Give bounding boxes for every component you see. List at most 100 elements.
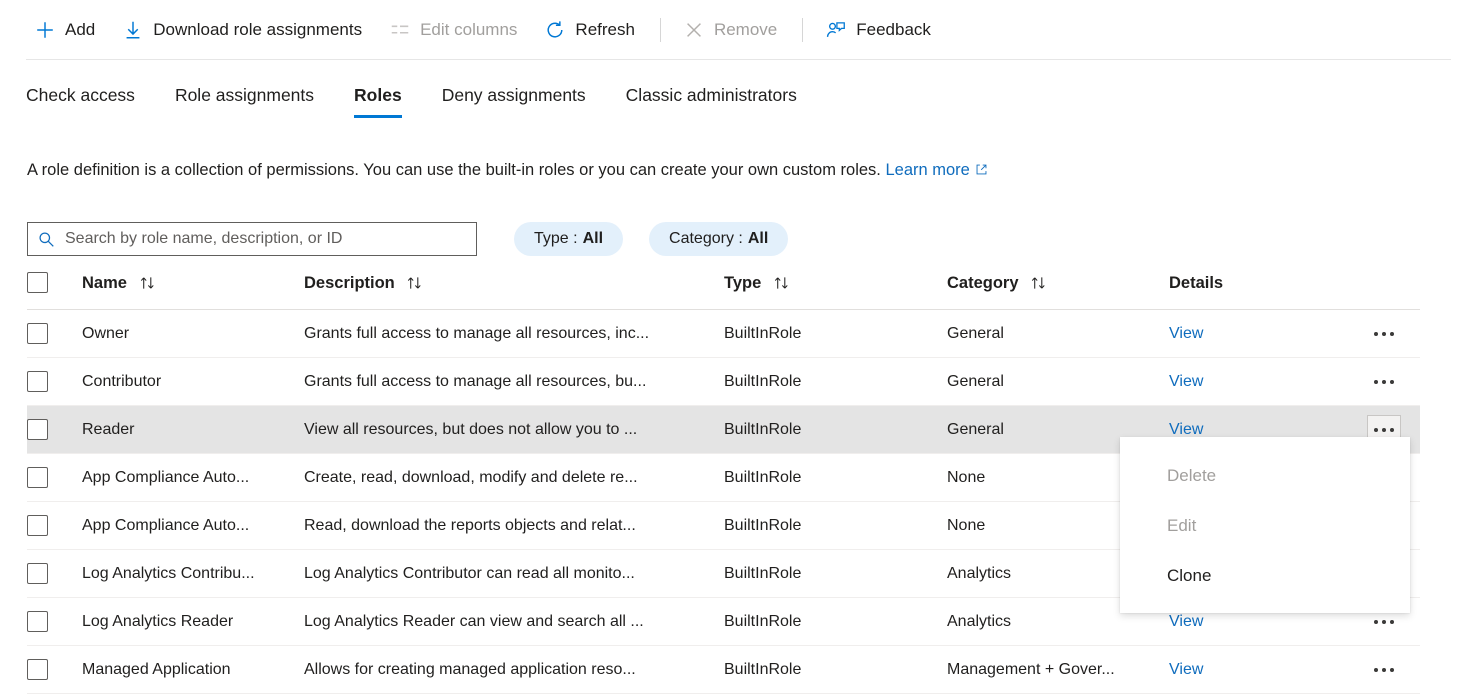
ellipsis-dot [1390,667,1394,672]
cell-description: Grants full access to manage all resourc… [304,309,724,358]
cell-name: Owner [82,309,304,358]
remove-button[interactable]: Remove [675,13,786,47]
filter-pill-type[interactable]: Type : All [514,222,624,256]
row-select-cell [27,357,82,406]
filter-pill-type-value: All [582,230,604,247]
table-row[interactable]: Managed Application Allows for creating m… [27,645,1420,694]
row-checkbox[interactable] [27,467,48,488]
ellipsis-dot [1390,427,1394,432]
feedback-button[interactable]: Feedback [817,13,940,47]
column-header-type[interactable]: Type [724,272,947,310]
tab-bar: Check access Role assignments Roles Deny… [26,85,817,118]
filter-bar: Type : All Category : All [27,222,789,256]
row-checkbox[interactable] [27,371,48,392]
cell-category: Management + Gover... [947,645,1169,694]
search-icon [39,231,54,247]
table-row[interactable]: Owner Grants full access to manage all re… [27,309,1420,358]
ellipsis-dot [1382,427,1386,432]
row-more-actions-button[interactable] [1367,319,1401,349]
column-header-category[interactable]: Category [947,272,1169,310]
cell-type: BuiltInRole [724,597,947,646]
row-more-actions-button[interactable] [1367,655,1401,685]
toolbar-divider-1 [659,18,661,42]
view-details-link[interactable]: View [1169,661,1203,678]
download-icon [126,21,140,39]
plus-icon [37,22,53,38]
row-select-cell [27,597,82,646]
row-more-actions-button[interactable] [1367,367,1401,397]
row-select-cell [27,501,82,550]
row-checkbox[interactable] [27,419,48,440]
ellipsis-dot [1374,427,1378,432]
ellipsis-dot [1382,667,1386,672]
row-checkbox[interactable] [27,659,48,680]
edit-columns-label: Edit columns [420,20,518,39]
cell-category: General [947,309,1169,358]
cell-category: General [947,357,1169,406]
edit-columns-icon [391,25,409,34]
tab-role-assignments[interactable]: Role assignments [155,85,334,118]
row-select-cell [27,645,82,694]
view-details-link[interactable]: View [1169,325,1203,342]
column-header-type-label: Type [724,274,762,292]
row-checkbox[interactable] [27,515,48,536]
row-context-menu: Delete Edit Clone [1120,437,1410,613]
download-role-assignments-label: Download role assignments [153,20,363,39]
cell-description: Grants full access to manage all resourc… [304,357,724,406]
cell-name: App Compliance Auto... [82,501,304,550]
toolbar-divider-2 [802,18,804,42]
ellipsis-dot [1382,331,1386,336]
cell-type: BuiltInRole [724,453,947,502]
row-select-cell [27,309,82,358]
feedback-label: Feedback [856,20,931,39]
select-all-checkbox[interactable] [27,272,48,293]
filter-pill-category-value: All [747,230,769,247]
tab-classic-administrators[interactable]: Classic administrators [606,85,817,118]
ellipsis-dot [1374,619,1378,624]
sort-arrows-icon [774,277,788,289]
view-details-link[interactable]: View [1169,421,1203,438]
add-button[interactable]: Add [26,13,104,47]
view-details-link[interactable]: View [1169,613,1203,630]
cell-type: BuiltInRole [724,645,947,694]
context-menu-item-edit[interactable]: Edit [1120,501,1410,551]
tab-deny-assignments[interactable]: Deny assignments [422,85,606,118]
context-menu-item-clone[interactable]: Clone [1120,551,1410,601]
column-header-category-label: Category [947,274,1019,292]
column-header-description[interactable]: Description [304,272,724,310]
view-details-link[interactable]: View [1169,373,1203,390]
feedback-person-icon [827,22,846,37]
edit-columns-button[interactable]: Edit columns [381,13,526,47]
tab-check-access[interactable]: Check access [26,85,155,118]
search-input[interactable] [63,229,466,249]
cell-details: View [1169,357,1359,406]
learn-more-link[interactable]: Learn more [885,161,969,179]
cell-description: View all resources, but does not allow y… [304,405,724,454]
context-menu-item-delete[interactable]: Delete [1120,451,1410,501]
cell-type: BuiltInRole [724,309,947,358]
table-row[interactable]: Contributor Grants full access to manage … [27,357,1420,406]
search-box[interactable] [27,222,477,256]
row-checkbox[interactable] [27,611,48,632]
column-header-name-label: Name [82,274,127,292]
row-checkbox[interactable] [27,323,48,344]
cell-name: Log Analytics Reader [82,597,304,646]
column-header-name[interactable]: Name [82,272,304,310]
cell-name: Reader [82,405,304,454]
page-description-text: A role definition is a collection of per… [27,161,881,179]
cell-type: BuiltInRole [724,549,947,598]
row-checkbox[interactable] [27,563,48,584]
download-role-assignments-button[interactable]: Download role assignments [114,13,371,47]
column-header-details: Details [1169,272,1359,310]
refresh-button[interactable]: Refresh [536,13,644,47]
cell-details: View [1169,309,1359,358]
filter-pill-category[interactable]: Category : All [649,222,789,256]
tab-roles[interactable]: Roles [334,85,422,118]
remove-label: Remove [713,20,778,39]
filter-pill-category-label: Category : [669,230,743,247]
row-select-cell [27,405,82,454]
ellipsis-dot [1390,619,1394,624]
cell-actions [1359,645,1420,694]
table-header-row: Name Description Type Category Details [27,272,1420,310]
cell-description: Log Analytics Contributor can read all m… [304,549,724,598]
